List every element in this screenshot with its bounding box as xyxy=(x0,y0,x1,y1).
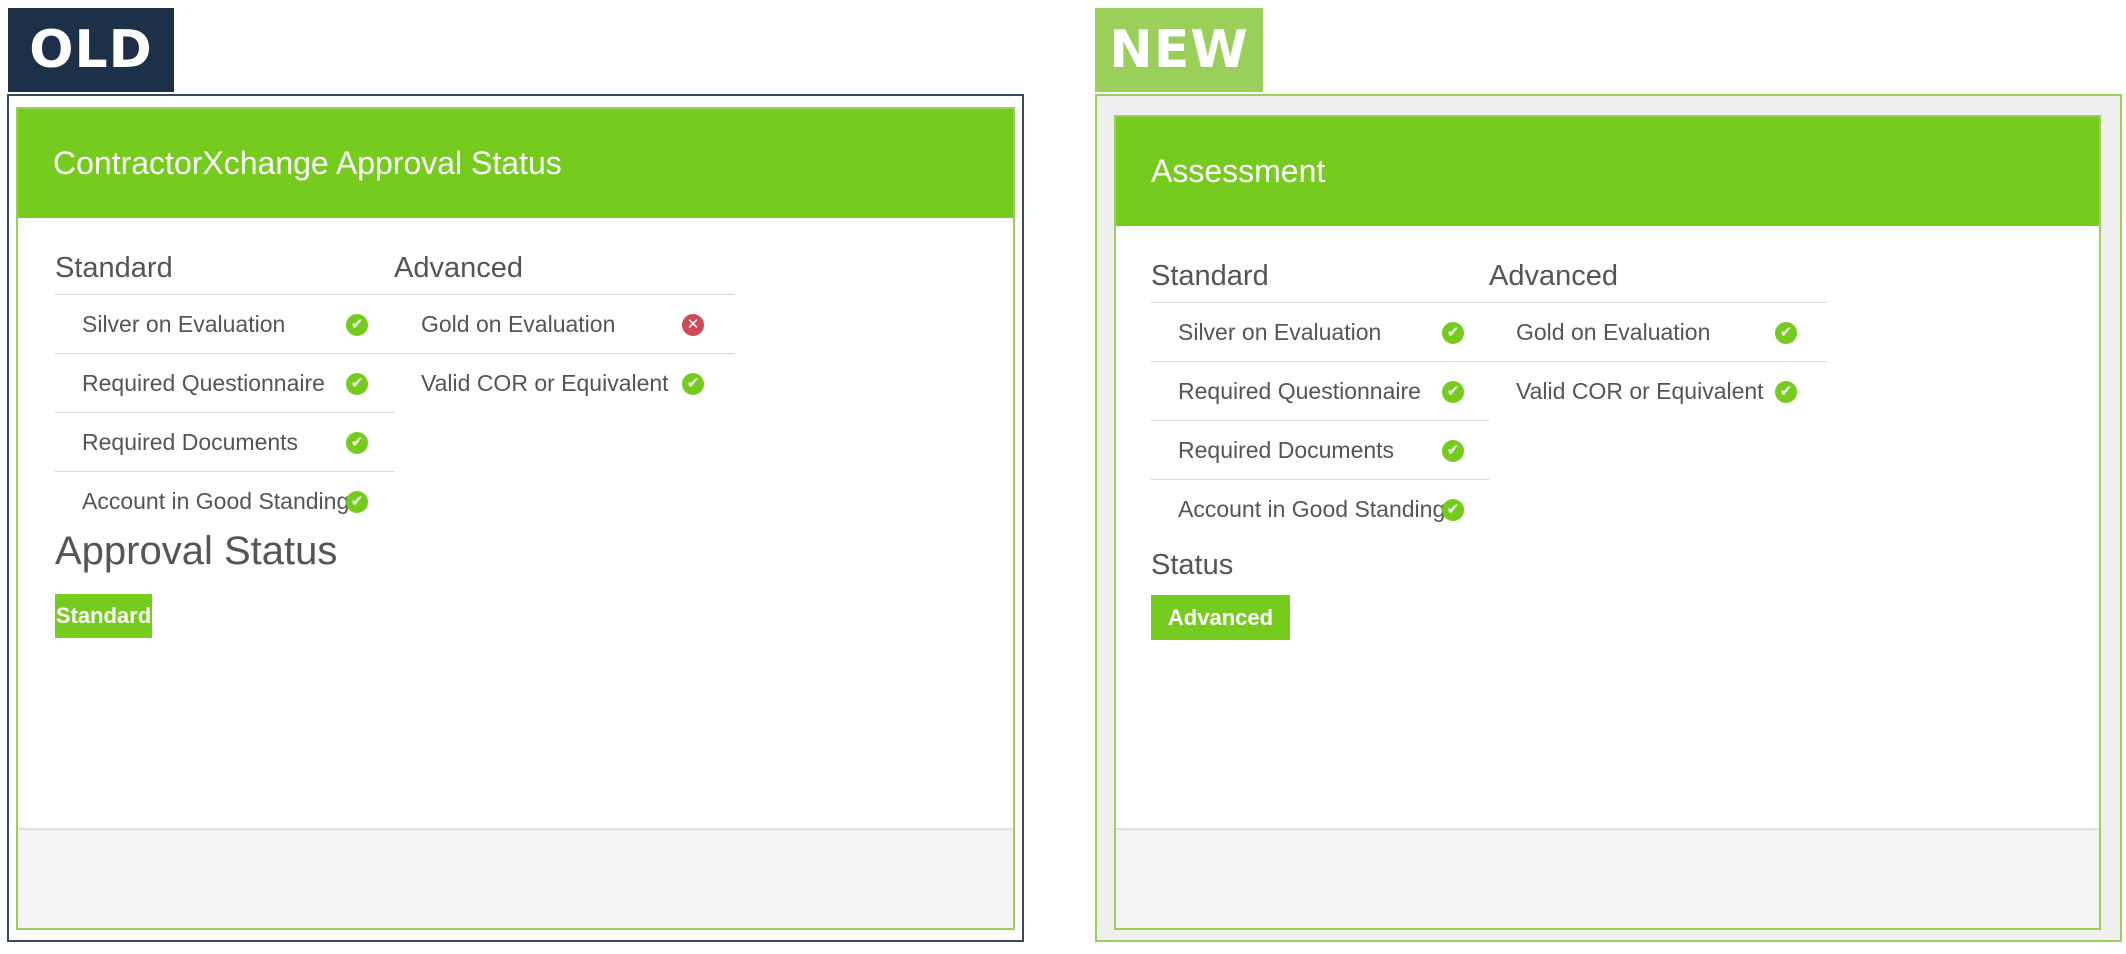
item-label: Silver on Evaluation xyxy=(82,311,286,337)
check-circle-icon: ✔ xyxy=(1442,381,1464,403)
check-circle-icon: ✔ xyxy=(1442,499,1464,521)
list-item: Valid COR or Equivalent ✔ xyxy=(1489,362,1827,421)
check-circle-icon: ✔ xyxy=(346,314,368,336)
status-heading: Status xyxy=(1151,549,1234,581)
standard-heading: Standard xyxy=(1151,260,1269,292)
check-circle-icon: ✔ xyxy=(346,432,368,454)
list-item: Account in Good Standing ✔ xyxy=(1151,480,1489,539)
item-label: Required Documents xyxy=(1178,437,1395,463)
item-label: Gold on Evaluation xyxy=(1516,319,1711,345)
panel-footer xyxy=(18,828,1013,928)
check-circle-icon: ✔ xyxy=(1442,322,1464,344)
item-label: Valid COR or Equivalent xyxy=(421,370,669,396)
old-screenshot-frame: ContractorXchange Approval Status Standa… xyxy=(7,94,1024,942)
list-item: Required Questionnaire ✔ xyxy=(1151,362,1489,421)
item-label: Required Questionnaire xyxy=(82,370,325,396)
advanced-list: Gold on Evaluation ✕ Valid COR or Equival… xyxy=(394,294,734,413)
new-panel: Assessment Standard Silver on Evaluation… xyxy=(1114,115,2101,930)
x-circle-icon: ✕ xyxy=(682,314,704,336)
standard-list: Silver on Evaluation ✔ Required Questionn… xyxy=(55,294,394,531)
standard-list: Silver on Evaluation ✔ Required Questionn… xyxy=(1151,302,1489,539)
status-badge: Advanced xyxy=(1151,595,1290,640)
item-label: Gold on Evaluation xyxy=(421,311,616,337)
list-item: Gold on Evaluation ✕ xyxy=(394,295,734,354)
standard-heading: Standard xyxy=(55,252,173,284)
panel-title: ContractorXchange Approval Status xyxy=(18,109,1013,218)
item-label: Silver on Evaluation xyxy=(1178,319,1382,345)
approval-status-heading: Approval Status xyxy=(55,529,338,573)
old-panel: ContractorXchange Approval Status Standa… xyxy=(16,107,1015,930)
panel-footer xyxy=(1116,828,2099,928)
advanced-heading: Advanced xyxy=(394,252,523,284)
new-label: NEW xyxy=(1095,8,1263,92)
check-circle-icon: ✔ xyxy=(1442,440,1464,462)
list-item: Account in Good Standing ✔ xyxy=(55,472,394,531)
old-label: OLD xyxy=(8,8,174,92)
list-item: Silver on Evaluation ✔ xyxy=(55,295,394,354)
standard-column: Standard Silver on Evaluation ✔ Required … xyxy=(1151,258,1489,539)
item-label: Account in Good Standing xyxy=(82,488,350,514)
check-circle-icon: ✔ xyxy=(346,373,368,395)
check-circle-icon: ✔ xyxy=(682,373,704,395)
advanced-column: Advanced Gold on Evaluation ✔ Valid COR o… xyxy=(1489,258,1827,421)
list-item: Required Documents ✔ xyxy=(1151,421,1489,480)
list-item: Valid COR or Equivalent ✔ xyxy=(394,354,734,413)
check-circle-icon: ✔ xyxy=(346,491,368,513)
item-label: Account in Good Standing xyxy=(1178,496,1446,522)
advanced-heading: Advanced xyxy=(1489,260,1618,292)
list-item: Required Questionnaire ✔ xyxy=(55,354,394,413)
list-item: Silver on Evaluation ✔ xyxy=(1151,303,1489,362)
panel-title: Assessment xyxy=(1116,117,2099,226)
advanced-list: Gold on Evaluation ✔ Valid COR or Equival… xyxy=(1489,302,1827,421)
check-circle-icon: ✔ xyxy=(1775,322,1797,344)
item-label: Required Documents xyxy=(82,429,299,455)
standard-column: Standard Silver on Evaluation ✔ Required … xyxy=(55,250,394,531)
check-circle-icon: ✔ xyxy=(1775,381,1797,403)
list-item: Required Documents ✔ xyxy=(55,413,394,472)
status-badge: Standard xyxy=(55,594,152,638)
advanced-column: Advanced Gold on Evaluation ✕ Valid COR o… xyxy=(394,250,734,413)
item-label: Valid COR or Equivalent xyxy=(1516,378,1764,404)
list-item: Gold on Evaluation ✔ xyxy=(1489,303,1827,362)
new-screenshot-frame: Assessment Standard Silver on Evaluation… xyxy=(1095,94,2122,942)
item-label: Required Questionnaire xyxy=(1178,378,1421,404)
